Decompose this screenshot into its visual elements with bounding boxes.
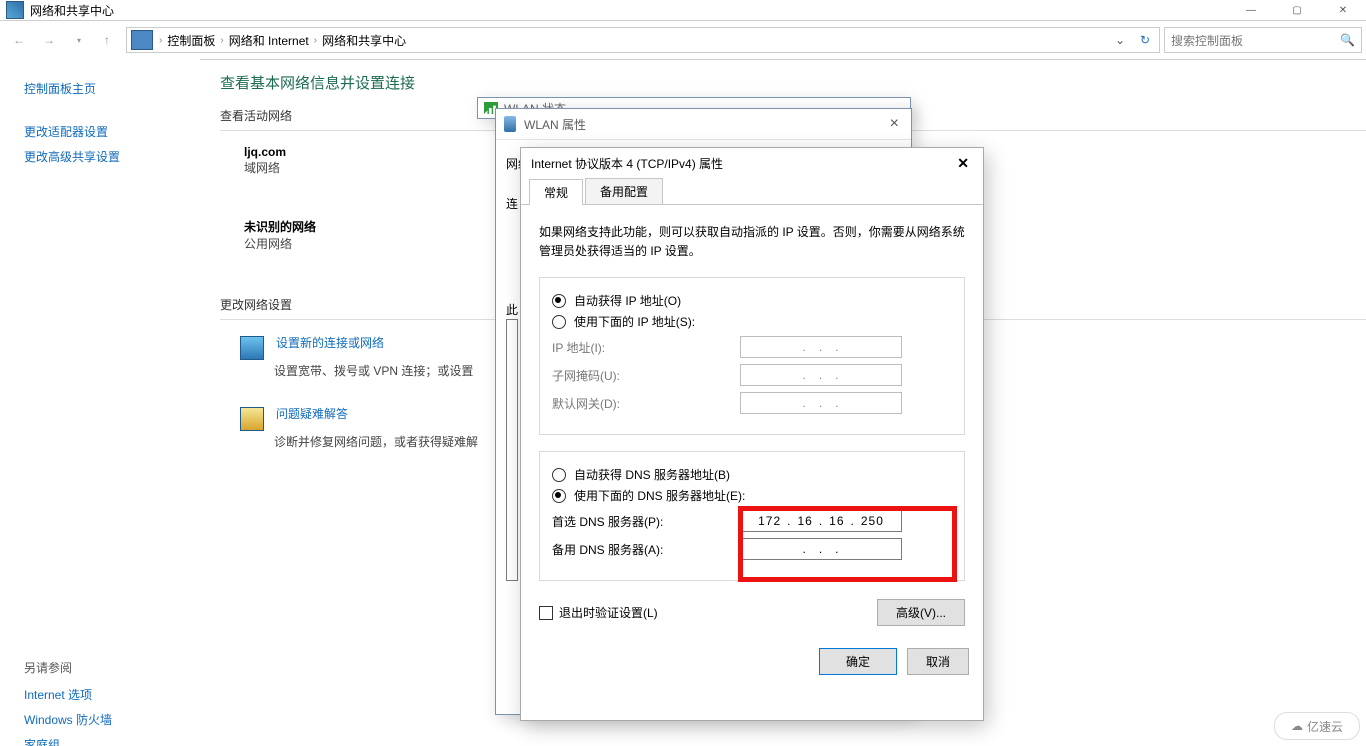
wlan-prop-titlebar[interactable]: WLAN 属性 × — [496, 109, 911, 140]
window-close[interactable]: ✕ — [1320, 0, 1366, 20]
gateway-label: 默认网关(D): — [552, 395, 740, 412]
radio-icon — [552, 489, 566, 503]
dns1-input[interactable]: 172. 16. 16. 250 — [740, 510, 902, 532]
see-also-internet-options[interactable]: Internet 选项 — [24, 682, 188, 707]
ok-button[interactable]: 确定 — [819, 648, 897, 675]
tab-alternate[interactable]: 备用配置 — [585, 178, 663, 204]
network-icon — [504, 116, 516, 132]
dns1-octet-3: 16 — [829, 514, 844, 528]
radio-manual-dns[interactable]: 使用下面的 DNS 服务器地址(E): — [552, 487, 952, 504]
new-connection-icon — [240, 336, 264, 360]
wlan-prop-title: WLAN 属性 — [524, 116, 586, 133]
radio-manual-ip[interactable]: 使用下面的 IP 地址(S): — [552, 313, 952, 330]
address-bar: ← → ▾ ↑ › 控制面板 › 网络和 Internet › 网络和共享中心 … — [0, 20, 1366, 60]
chevron-right-icon: › — [312, 35, 319, 46]
crumb-0[interactable]: 控制面板 — [164, 32, 218, 49]
close-icon[interactable]: × — [886, 115, 903, 133]
crumb-1[interactable]: 网络和 Internet — [226, 32, 312, 49]
watermark: ☁ 亿速云 — [1274, 712, 1360, 740]
dns2-input[interactable]: ... — [740, 538, 902, 560]
gateway-input: ... — [740, 392, 902, 414]
sidebar: 控制面板主页 更改适配器设置 更改高级共享设置 另请参阅 Internet 选项… — [0, 58, 200, 746]
radio-icon — [552, 468, 566, 482]
radio-auto-ip[interactable]: 自动获得 IP 地址(O) — [552, 292, 952, 309]
back-button[interactable]: ← — [5, 28, 33, 52]
search-input[interactable]: 搜索控制面板 🔍 — [1164, 27, 1362, 53]
task-title-0: 设置新的连接或网络 — [276, 334, 384, 360]
window-maximize[interactable]: ▢ — [1274, 0, 1320, 20]
dns1-octet-1: 172 — [758, 514, 781, 528]
radio-auto-dns-label: 自动获得 DNS 服务器地址(B) — [574, 466, 730, 483]
wlan-prop-conn-label: 连 — [506, 195, 518, 212]
breadcrumb[interactable]: › 控制面板 › 网络和 Internet › 网络和共享中心 ⌄ ↻ — [126, 27, 1160, 53]
window-title: 网络和共享中心 — [30, 2, 114, 19]
validate-label: 退出时验证设置(L) — [559, 604, 658, 621]
advanced-button[interactable]: 高级(V)... — [877, 599, 965, 626]
cloud-icon: ☁ — [1291, 719, 1303, 733]
ip-address-label: IP 地址(I): — [552, 339, 740, 356]
ipv4-titlebar[interactable]: Internet 协议版本 4 (TCP/IPv4) 属性 ✕ — [521, 148, 983, 178]
dns2-label: 备用 DNS 服务器(A): — [552, 541, 740, 558]
see-also-firewall[interactable]: Windows 防火墙 — [24, 707, 188, 732]
wlan-prop-list[interactable] — [506, 319, 518, 581]
close-icon[interactable]: ✕ — [953, 155, 973, 172]
validate-checkbox[interactable] — [539, 606, 553, 620]
chevron-right-icon: › — [157, 35, 164, 46]
refresh-button[interactable]: ↻ — [1131, 33, 1159, 47]
radio-manual-dns-label: 使用下面的 DNS 服务器地址(E): — [574, 487, 745, 504]
location-icon — [131, 30, 153, 50]
radio-manual-ip-label: 使用下面的 IP 地址(S): — [574, 313, 695, 330]
search-icon: 🔍 — [1340, 33, 1355, 47]
sidebar-home-link[interactable]: 控制面板主页 — [24, 76, 188, 101]
radio-auto-ip-label: 自动获得 IP 地址(O) — [574, 292, 681, 309]
see-also-heading: 另请参阅 — [24, 659, 188, 676]
recent-dropdown[interactable]: ▾ — [65, 28, 93, 52]
see-also-homegroup[interactable]: 家庭组 — [24, 732, 188, 746]
search-placeholder: 搜索控制面板 — [1171, 32, 1243, 49]
ipv4-description: 如果网络支持此功能，则可以获取自动指派的 IP 设置。否则，你需要从网络系统管理… — [539, 223, 965, 261]
subnet-mask-input: ... — [740, 364, 902, 386]
window-minimize[interactable]: — — [1228, 0, 1274, 20]
cancel-button[interactable]: 取消 — [907, 648, 969, 675]
chevron-right-icon: › — [218, 35, 225, 46]
crumb-2[interactable]: 网络和共享中心 — [319, 32, 409, 49]
troubleshoot-icon — [240, 407, 264, 431]
control-panel-icon — [6, 1, 24, 19]
subnet-mask-label: 子网掩码(U): — [552, 367, 740, 384]
ipv4-tabs: 常规 备用配置 — [521, 178, 983, 205]
dns1-octet-4: 250 — [861, 514, 884, 528]
sidebar-sharing-link[interactable]: 更改高级共享设置 — [24, 144, 188, 169]
up-button[interactable]: ↑ — [95, 28, 119, 52]
ip-address-input: ... — [740, 336, 902, 358]
ip-fieldset: 自动获得 IP 地址(O) 使用下面的 IP 地址(S): IP 地址(I): … — [539, 277, 965, 435]
dns-fieldset: 自动获得 DNS 服务器地址(B) 使用下面的 DNS 服务器地址(E): 首选… — [539, 451, 965, 581]
page-title: 查看基本网络信息并设置连接 — [220, 72, 1366, 93]
control-panel-titlebar: 网络和共享中心 — [0, 0, 1366, 20]
ipv4-title: Internet 协议版本 4 (TCP/IPv4) 属性 — [531, 155, 723, 172]
dns1-label: 首选 DNS 服务器(P): — [552, 513, 740, 530]
dns1-octet-2: 16 — [797, 514, 812, 528]
wlan-prop-this-label: 此 — [506, 301, 518, 318]
chevron-down-icon[interactable]: ⌄ — [1109, 33, 1131, 47]
window-controls: — ▢ ✕ — [1228, 0, 1366, 20]
radio-icon — [552, 294, 566, 308]
ipv4-properties-dialog: Internet 协议版本 4 (TCP/IPv4) 属性 ✕ 常规 备用配置 … — [520, 147, 984, 721]
tab-general[interactable]: 常规 — [529, 179, 583, 205]
radio-icon — [552, 315, 566, 329]
dialog-buttons: 确定 取消 — [521, 636, 983, 687]
sidebar-adapter-link[interactable]: 更改适配器设置 — [24, 119, 188, 144]
watermark-text: 亿速云 — [1307, 718, 1343, 735]
task-title-1: 问题疑难解答 — [276, 405, 348, 431]
radio-auto-dns[interactable]: 自动获得 DNS 服务器地址(B) — [552, 466, 952, 483]
forward-button[interactable]: → — [35, 28, 63, 52]
